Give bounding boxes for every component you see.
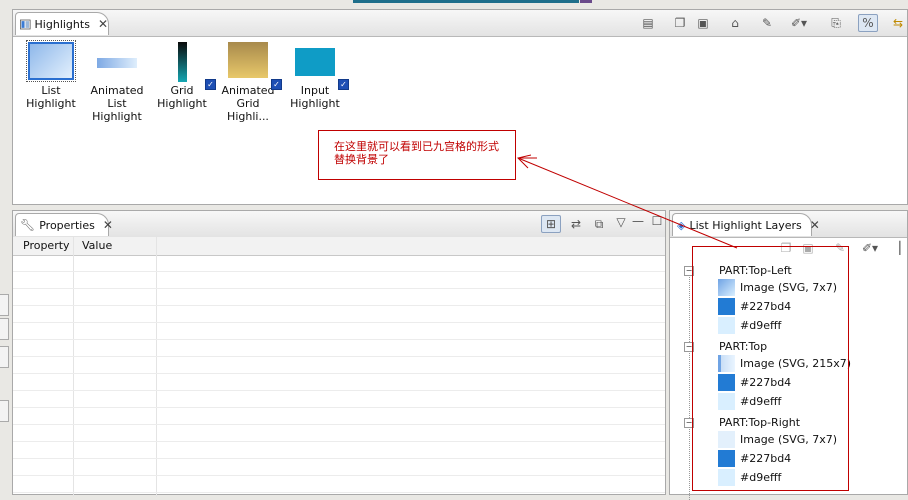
annotation-arrow-line (517, 157, 738, 249)
arrowhead-icon (517, 154, 532, 169)
annotation-arrow (517, 154, 738, 249)
